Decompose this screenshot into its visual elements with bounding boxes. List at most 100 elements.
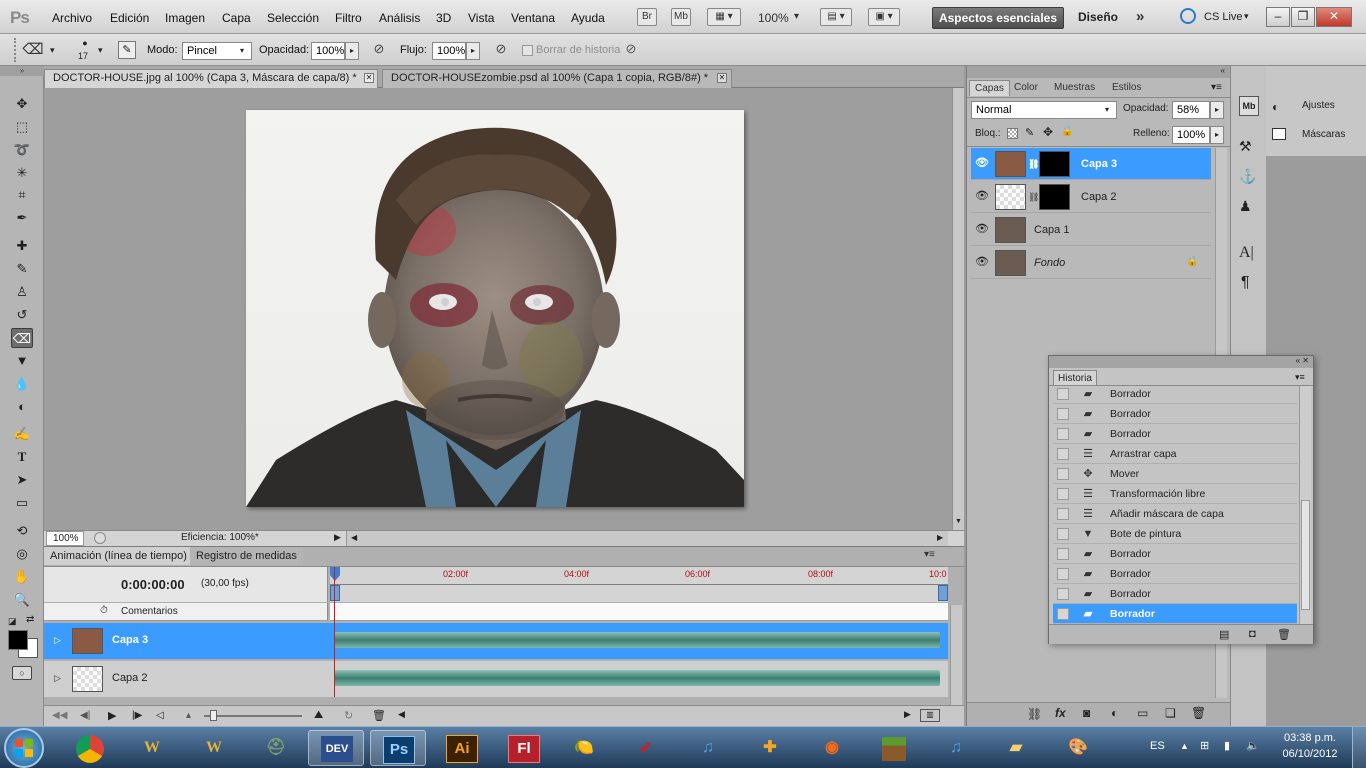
lock-transparency-icon[interactable] — [1007, 128, 1018, 139]
tab-muestras[interactable]: Muestras — [1049, 80, 1100, 96]
flow-slider-toggle[interactable]: ▸ — [466, 42, 480, 60]
restore-button[interactable]: ❐ — [1291, 7, 1315, 27]
airbrush-icon[interactable]: ⊘ — [492, 41, 510, 59]
new-document-from-state-icon[interactable]: ▤ — [1219, 628, 1229, 641]
swap-colors-icon[interactable]: ⇄ — [26, 614, 34, 625]
link-chain-icon[interactable]: ⛓ — [1028, 192, 1039, 203]
crop-tool-icon[interactable]: ⌗ — [11, 185, 33, 205]
new-group-icon[interactable]: ▭ — [1137, 706, 1148, 720]
next-frame-icon[interactable]: |▶ — [132, 710, 142, 721]
convert-to-frames-icon[interactable]: ▥ — [920, 709, 940, 722]
timeline-layer-row[interactable]: ▷ Capa 2 — [44, 661, 948, 697]
previous-frame-icon[interactable]: ◀| — [80, 710, 90, 721]
adjustments-label[interactable]: Ajustes — [1302, 100, 1335, 111]
ccleaner-taskbar-button[interactable]: ◉ — [804, 730, 860, 766]
scroll-left-icon[interactable]: ◀ — [351, 533, 357, 542]
tab-estilos[interactable]: Estilos — [1107, 80, 1146, 96]
scroll-right-icon[interactable]: ▶ — [904, 709, 911, 720]
brush-size-value[interactable]: 17 — [78, 51, 88, 61]
chevron-down-icon[interactable]: ▾ — [50, 45, 55, 56]
extras-view-button[interactable]: ▦ ▾ — [707, 8, 741, 26]
cs-live-button[interactable]: CS Live — [1204, 11, 1243, 23]
show-hidden-icons-icon[interactable]: ▲ — [1180, 741, 1189, 751]
screen-mode-button[interactable]: ▣ ▾ — [868, 8, 900, 26]
panel-menu-icon[interactable]: ▾≡ — [1211, 82, 1222, 93]
history-source-checkbox[interactable] — [1057, 588, 1069, 600]
stopwatch-icon[interactable]: ⏱ — [100, 605, 108, 616]
history-source-checkbox[interactable] — [1057, 528, 1069, 540]
menu-ventana[interactable]: Ventana — [511, 11, 555, 25]
layer-row-capa-1[interactable]: 👁 Capa 1 — [971, 214, 1211, 246]
clone-source-icon[interactable]: ♟ — [1239, 198, 1252, 215]
menu-filtro[interactable]: Filtro — [335, 11, 362, 25]
layer-row-capa-2[interactable]: 👁 ⛓ Capa 2 — [971, 181, 1211, 213]
mini-bridge-button[interactable]: Mb — [671, 8, 691, 26]
history-state-row[interactable]: ▰ Borrador — [1053, 544, 1297, 564]
workspace-design-button[interactable]: Diseño — [1078, 10, 1118, 24]
3d-orbit-tool-icon[interactable]: ◎ — [11, 544, 33, 564]
menu-imagen[interactable]: Imagen — [165, 11, 205, 25]
panel-menu-icon[interactable]: ▾≡ — [924, 549, 935, 560]
onion-skin-icon[interactable]: ↻ — [344, 709, 353, 722]
blur-tool-icon[interactable]: 💧 — [11, 374, 33, 394]
play-icon[interactable]: ▶ — [108, 709, 116, 722]
menu-capa[interactable]: Capa — [222, 11, 251, 25]
flow-input[interactable]: 100% — [432, 42, 466, 60]
layer-mask-thumbnail[interactable] — [1039, 151, 1070, 177]
close-button[interactable]: ✕ — [1316, 7, 1352, 27]
clock-date[interactable]: 06/10/2012 — [1280, 748, 1340, 760]
lasso-tool-icon[interactable]: ➰ — [11, 140, 33, 160]
tab-measurement-log[interactable]: Registro de medidas — [190, 547, 303, 565]
history-state-row[interactable]: ▼ Bote de pintura — [1053, 524, 1297, 544]
quick-mask-icon[interactable]: ○ — [12, 666, 32, 680]
chrome-taskbar-button[interactable] — [62, 730, 118, 766]
history-state-row[interactable]: ☰ Añadir máscara de capa — [1053, 504, 1297, 524]
history-state-row[interactable]: ☰ Arrastrar capa — [1053, 444, 1297, 464]
audio-icon[interactable]: ◁ — [156, 710, 164, 721]
zoom-field[interactable]: 100% — [46, 531, 84, 546]
tab-capas[interactable]: Capas — [969, 80, 1010, 96]
history-state-row[interactable]: ✥ Mover — [1053, 464, 1297, 484]
comments-track[interactable] — [330, 603, 948, 621]
tab-doctor-house-jpg[interactable]: DOCTOR-HOUSE.jpg al 100% (Capa 3, Máscar… — [44, 69, 378, 88]
itunes-taskbar-button[interactable]: ♫ — [680, 730, 736, 766]
quick-selection-tool-icon[interactable]: ✳ — [11, 163, 33, 183]
history-titlebar[interactable]: « ✕ — [1049, 356, 1313, 368]
expand-triangle-icon[interactable]: ▷ — [54, 635, 61, 646]
time-ruler[interactable]: 02:00f 04:00f 06:00f 08:00f 10:0 — [330, 567, 948, 602]
opacity-input[interactable]: 100% — [311, 42, 345, 60]
layer-mask-thumbnail[interactable] — [1039, 184, 1070, 210]
explorer-taskbar-button[interactable]: ▰ — [988, 730, 1044, 766]
type-tool-icon[interactable]: T — [11, 447, 33, 467]
current-time[interactable]: 0:00:00:00 — [121, 577, 185, 592]
panel-menu-icon[interactable]: ▾≡ — [1295, 372, 1305, 383]
pressure-opacity-icon[interactable]: ⊘ — [370, 41, 388, 59]
layer-row-capa-3[interactable]: 👁 ⛓ Capa 3 — [971, 148, 1211, 180]
fill-input[interactable]: 100% — [1172, 126, 1210, 144]
paragraph-panel-icon[interactable]: ¶ — [1241, 274, 1250, 292]
paint-bucket-tool-icon[interactable]: ▼ — [11, 351, 33, 371]
collapse-panel-icon[interactable]: « — [967, 66, 1231, 78]
masks-label[interactable]: Máscaras — [1302, 129, 1345, 140]
grip-handle[interactable] — [14, 38, 16, 62]
first-frame-icon[interactable]: ◀◀ — [52, 710, 67, 721]
new-snapshot-icon[interactable]: ◘ — [1249, 628, 1256, 640]
delete-trash-icon[interactable]: 🗑 — [372, 709, 386, 722]
lock-all-icon[interactable]: 🔒 — [1061, 126, 1073, 137]
erase-history-checkbox[interactable] — [522, 45, 533, 56]
opacity-slider-toggle[interactable]: ▸ — [345, 42, 359, 60]
history-scrollbar[interactable] — [1299, 386, 1311, 624]
timeline-zoom-slider[interactable] — [204, 715, 302, 717]
adjustment-layer-icon[interactable]: ◐ — [1111, 706, 1118, 720]
foreground-color-swatch[interactable] — [8, 630, 28, 650]
layer-opacity-slider-toggle[interactable]: ▸ — [1210, 101, 1224, 119]
start-button[interactable] — [4, 728, 44, 768]
show-desktop-button[interactable] — [1352, 727, 1366, 768]
link-layers-icon[interactable]: ⛓ — [1027, 707, 1042, 721]
visibility-eye-icon[interactable]: 👁 — [975, 223, 989, 235]
add-mask-icon[interactable]: ◙ — [1083, 706, 1090, 720]
devcpp-taskbar-button[interactable]: DEV — [308, 730, 364, 766]
wow-taskbar-button[interactable]: W — [124, 730, 180, 766]
history-state-row[interactable]: ▰ Borrador — [1053, 384, 1297, 404]
chevron-down-icon[interactable]: ▾ — [98, 45, 103, 56]
